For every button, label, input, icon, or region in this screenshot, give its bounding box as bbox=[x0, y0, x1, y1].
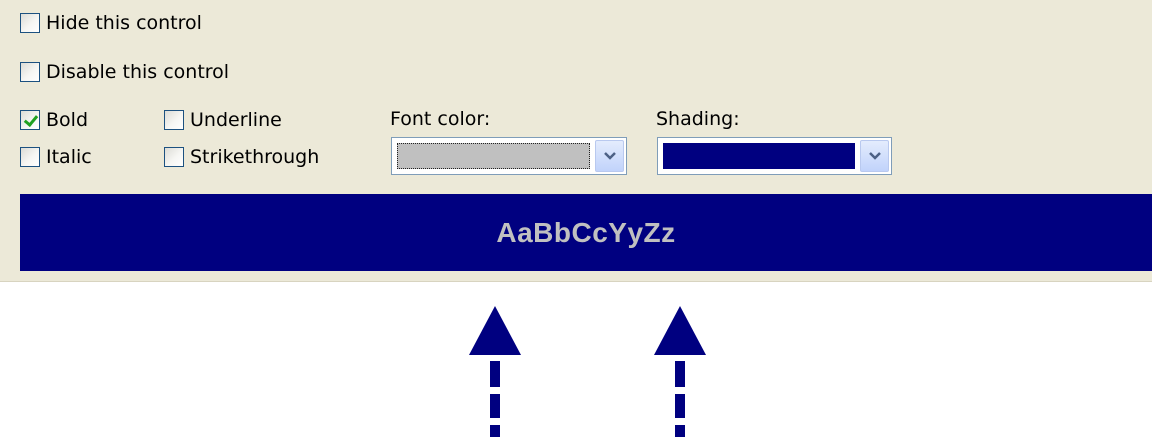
chevron-down-icon bbox=[868, 152, 881, 160]
font-color-dropdown-button[interactable] bbox=[595, 140, 624, 172]
disable-control-label: Disable this control bbox=[46, 61, 230, 83]
settings-panel: Hide this control Disable this control B… bbox=[0, 0, 1152, 282]
underline-checkbox[interactable]: Underline bbox=[164, 109, 282, 131]
disable-control-checkbox[interactable]: Disable this control bbox=[20, 61, 229, 83]
font-color-swatch bbox=[397, 143, 590, 169]
checkbox-box-checked[interactable] bbox=[20, 110, 40, 130]
italic-label: Italic bbox=[46, 146, 92, 168]
arrow-up-icon bbox=[654, 306, 706, 437]
checkbox-box[interactable] bbox=[20, 13, 40, 33]
arrow-up-icon bbox=[469, 306, 521, 437]
checkbox-box[interactable] bbox=[164, 147, 184, 167]
shading-dropdown[interactable] bbox=[657, 137, 892, 175]
font-color-dropdown[interactable] bbox=[391, 137, 627, 175]
style-preview: AaBbCcYyZz bbox=[20, 194, 1152, 271]
bold-checkbox[interactable]: Bold bbox=[20, 109, 88, 131]
strikethrough-label: Strikethrough bbox=[190, 146, 320, 168]
checkbox-box[interactable] bbox=[20, 147, 40, 167]
chevron-down-icon bbox=[603, 152, 616, 160]
shading-dropdown-button[interactable] bbox=[860, 140, 889, 172]
strikethrough-checkbox[interactable]: Strikethrough bbox=[164, 146, 319, 168]
checkbox-box[interactable] bbox=[20, 62, 40, 82]
hide-control-label: Hide this control bbox=[46, 12, 202, 34]
bold-label: Bold bbox=[46, 109, 88, 131]
font-color-label: Font color: bbox=[390, 108, 491, 130]
preview-text: AaBbCcYyZz bbox=[496, 216, 676, 248]
underline-label: Underline bbox=[190, 109, 282, 131]
shading-label: Shading: bbox=[656, 108, 740, 130]
italic-checkbox[interactable]: Italic bbox=[20, 146, 92, 168]
shading-swatch bbox=[663, 143, 855, 169]
checkbox-box[interactable] bbox=[164, 110, 184, 130]
hide-control-checkbox[interactable]: Hide this control bbox=[20, 12, 202, 34]
